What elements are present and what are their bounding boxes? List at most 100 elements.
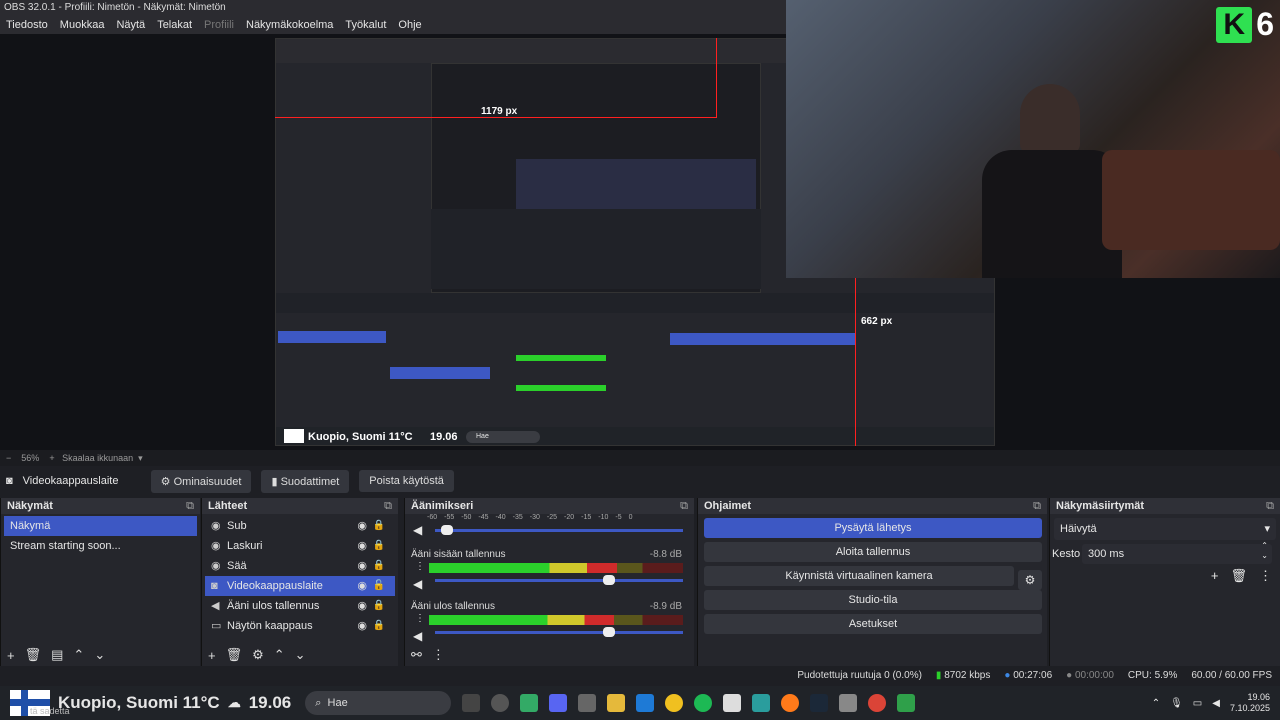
- fader-knob[interactable]: [602, 627, 615, 637]
- steam-icon[interactable]: [810, 694, 829, 712]
- transition-select[interactable]: Häivytä ▾: [1054, 518, 1276, 540]
- source-item[interactable]: ◉ Laskuri ◉ 🔒: [205, 536, 395, 556]
- duration-spinbox[interactable]: 300 ms ⌃ ⌄: [1082, 541, 1272, 564]
- trash-icon[interactable]: 🗑: [25, 647, 42, 663]
- properties-button[interactable]: ⚙ Ominaisuudet: [150, 469, 252, 493]
- virtual-camera-button[interactable]: Käynnistä virtuaalinen kamera: [704, 566, 1014, 586]
- app-icon[interactable]: [839, 694, 858, 712]
- volume-fader[interactable]: [435, 627, 683, 637]
- more-icon[interactable]: ⋮: [415, 613, 425, 624]
- db-tick: -5: [615, 514, 622, 521]
- gear-icon[interactable]: ⚙: [252, 647, 264, 663]
- clock[interactable]: 19.06 7.10.2025: [1230, 692, 1270, 714]
- eye-icon[interactable]: ◉: [357, 516, 367, 536]
- volume-fader[interactable]: [435, 525, 683, 535]
- eye-icon[interactable]: ◉: [357, 556, 367, 576]
- chevron-down-icon[interactable]: ⌄: [94, 647, 105, 663]
- lock-icon[interactable]: 🔒: [373, 536, 385, 556]
- search-box[interactable]: ⌕ Hae: [305, 691, 452, 715]
- task-view-icon[interactable]: [462, 694, 481, 712]
- gear-icon[interactable]: ⚙: [1018, 570, 1042, 590]
- eye-icon[interactable]: ◉: [357, 576, 367, 596]
- spotify-icon[interactable]: [694, 694, 713, 712]
- chevron-up-icon[interactable]: ⌃: [73, 647, 84, 663]
- trash-icon[interactable]: 🗑: [1230, 568, 1247, 584]
- menu-tools[interactable]: Työkalut: [345, 16, 386, 34]
- start-recording-button[interactable]: Aloita tallennus: [704, 542, 1042, 562]
- app-icon[interactable]: [723, 694, 742, 712]
- more-icon[interactable]: ⋮: [432, 647, 445, 663]
- chrome-canary-icon[interactable]: [665, 694, 684, 712]
- eye-icon[interactable]: ◉: [357, 536, 367, 556]
- record-icon: ●: [1066, 670, 1073, 681]
- source-item[interactable]: ◀ Ääni ulos tallennus ◉ 🔒: [205, 596, 395, 616]
- add-icon[interactable]: +: [208, 648, 216, 663]
- menu-edit[interactable]: Muokkaa: [60, 16, 105, 34]
- discord-icon[interactable]: [549, 694, 568, 712]
- undock-icon[interactable]: ⧉: [680, 498, 688, 514]
- webcam-source[interactable]: K 6: [786, 0, 1280, 278]
- undock-icon[interactable]: ⧉: [384, 498, 392, 514]
- more-icon[interactable]: ⋮: [1259, 568, 1272, 584]
- weather-time: 19.06: [248, 693, 292, 712]
- mic-icon[interactable]: 🎙: [1170, 698, 1183, 709]
- folder-icon[interactable]: [607, 694, 626, 712]
- lock-icon[interactable]: 🔒: [373, 556, 385, 576]
- stop-stream-button[interactable]: Pysäytä lähetys: [704, 518, 1042, 538]
- speaker-icon[interactable]: ◀: [413, 523, 422, 537]
- network-icon[interactable]: ▭: [1193, 698, 1202, 709]
- settings-button[interactable]: Asetukset: [704, 614, 1042, 634]
- scene-item[interactable]: Näkymä: [4, 516, 197, 536]
- volume-icon[interactable]: ◀: [1212, 698, 1220, 709]
- app-icon[interactable]: [752, 694, 771, 712]
- more-icon[interactable]: ⋮: [415, 561, 425, 572]
- spin-arrows-icon[interactable]: ⌃ ⌄: [1261, 541, 1268, 561]
- menu-help[interactable]: Ohje: [398, 16, 421, 34]
- filters-button[interactable]: ▮ Suodattimet: [261, 469, 350, 493]
- firefox-icon[interactable]: [781, 694, 800, 712]
- undock-icon[interactable]: ⧉: [1033, 498, 1041, 514]
- lock-icon[interactable]: 🔒: [373, 596, 385, 616]
- scale-mode[interactable]: Skaalaa ikkunaan: [62, 453, 133, 463]
- settings-app-icon[interactable]: [578, 694, 597, 712]
- add-icon[interactable]: +: [1211, 568, 1219, 584]
- studio-mode-button[interactable]: Studio-tila: [704, 590, 1042, 610]
- outlook-icon[interactable]: [636, 694, 655, 712]
- menu-view[interactable]: Näytä: [116, 16, 145, 34]
- zoom-in-button[interactable]: +: [49, 453, 54, 463]
- chevron-up-icon[interactable]: ⌃: [1152, 698, 1160, 709]
- volume-fader[interactable]: [435, 575, 683, 585]
- add-icon[interactable]: +: [7, 648, 15, 663]
- speaker-icon[interactable]: ◀: [413, 629, 422, 643]
- chevron-up-icon[interactable]: ⌃: [274, 647, 285, 663]
- source-item[interactable]: ◉ Sää ◉ 🔒: [205, 556, 395, 576]
- undock-icon[interactable]: ⧉: [1266, 498, 1274, 514]
- chevron-down-icon[interactable]: ⌄: [295, 647, 306, 663]
- chrome-icon[interactable]: [868, 694, 887, 712]
- filter-icon[interactable]: ▤: [51, 647, 63, 663]
- eye-icon[interactable]: ◉: [357, 616, 367, 636]
- menu-file[interactable]: Tiedosto: [6, 16, 48, 34]
- link-icon[interactable]: ⚯: [411, 647, 422, 663]
- lock-icon[interactable]: 🔒: [373, 616, 385, 636]
- zoom-out-button[interactable]: −: [6, 453, 11, 463]
- source-item[interactable]: ◉ Sub ◉ 🔒: [205, 516, 395, 536]
- unlock-icon[interactable]: 🔓: [373, 576, 385, 596]
- menu-docks[interactable]: Telakat: [157, 16, 192, 34]
- disable-button[interactable]: Poista käytöstä: [359, 470, 454, 492]
- source-item[interactable]: ◙ Videokaappauslaite ◉ 🔓: [205, 576, 395, 596]
- obs-icon[interactable]: [491, 694, 510, 712]
- fader-knob[interactable]: [441, 525, 454, 535]
- app-icon[interactable]: [897, 694, 916, 712]
- fader-knob[interactable]: [602, 575, 615, 585]
- trash-icon[interactable]: 🗑: [226, 647, 243, 663]
- speaker-icon[interactable]: ◀: [413, 577, 422, 591]
- chevron-down-icon[interactable]: ▾: [138, 453, 143, 463]
- scene-item[interactable]: Stream starting soon...: [4, 536, 197, 556]
- app-icon[interactable]: [520, 694, 539, 712]
- eye-icon[interactable]: ◉: [357, 596, 367, 616]
- source-item[interactable]: ▭ Näytön kaappaus ◉ 🔒: [205, 616, 395, 636]
- lock-icon[interactable]: 🔒: [373, 516, 385, 536]
- menu-scene-collection[interactable]: Näkymäkokoelma: [246, 16, 333, 34]
- undock-icon[interactable]: ⧉: [186, 498, 194, 514]
